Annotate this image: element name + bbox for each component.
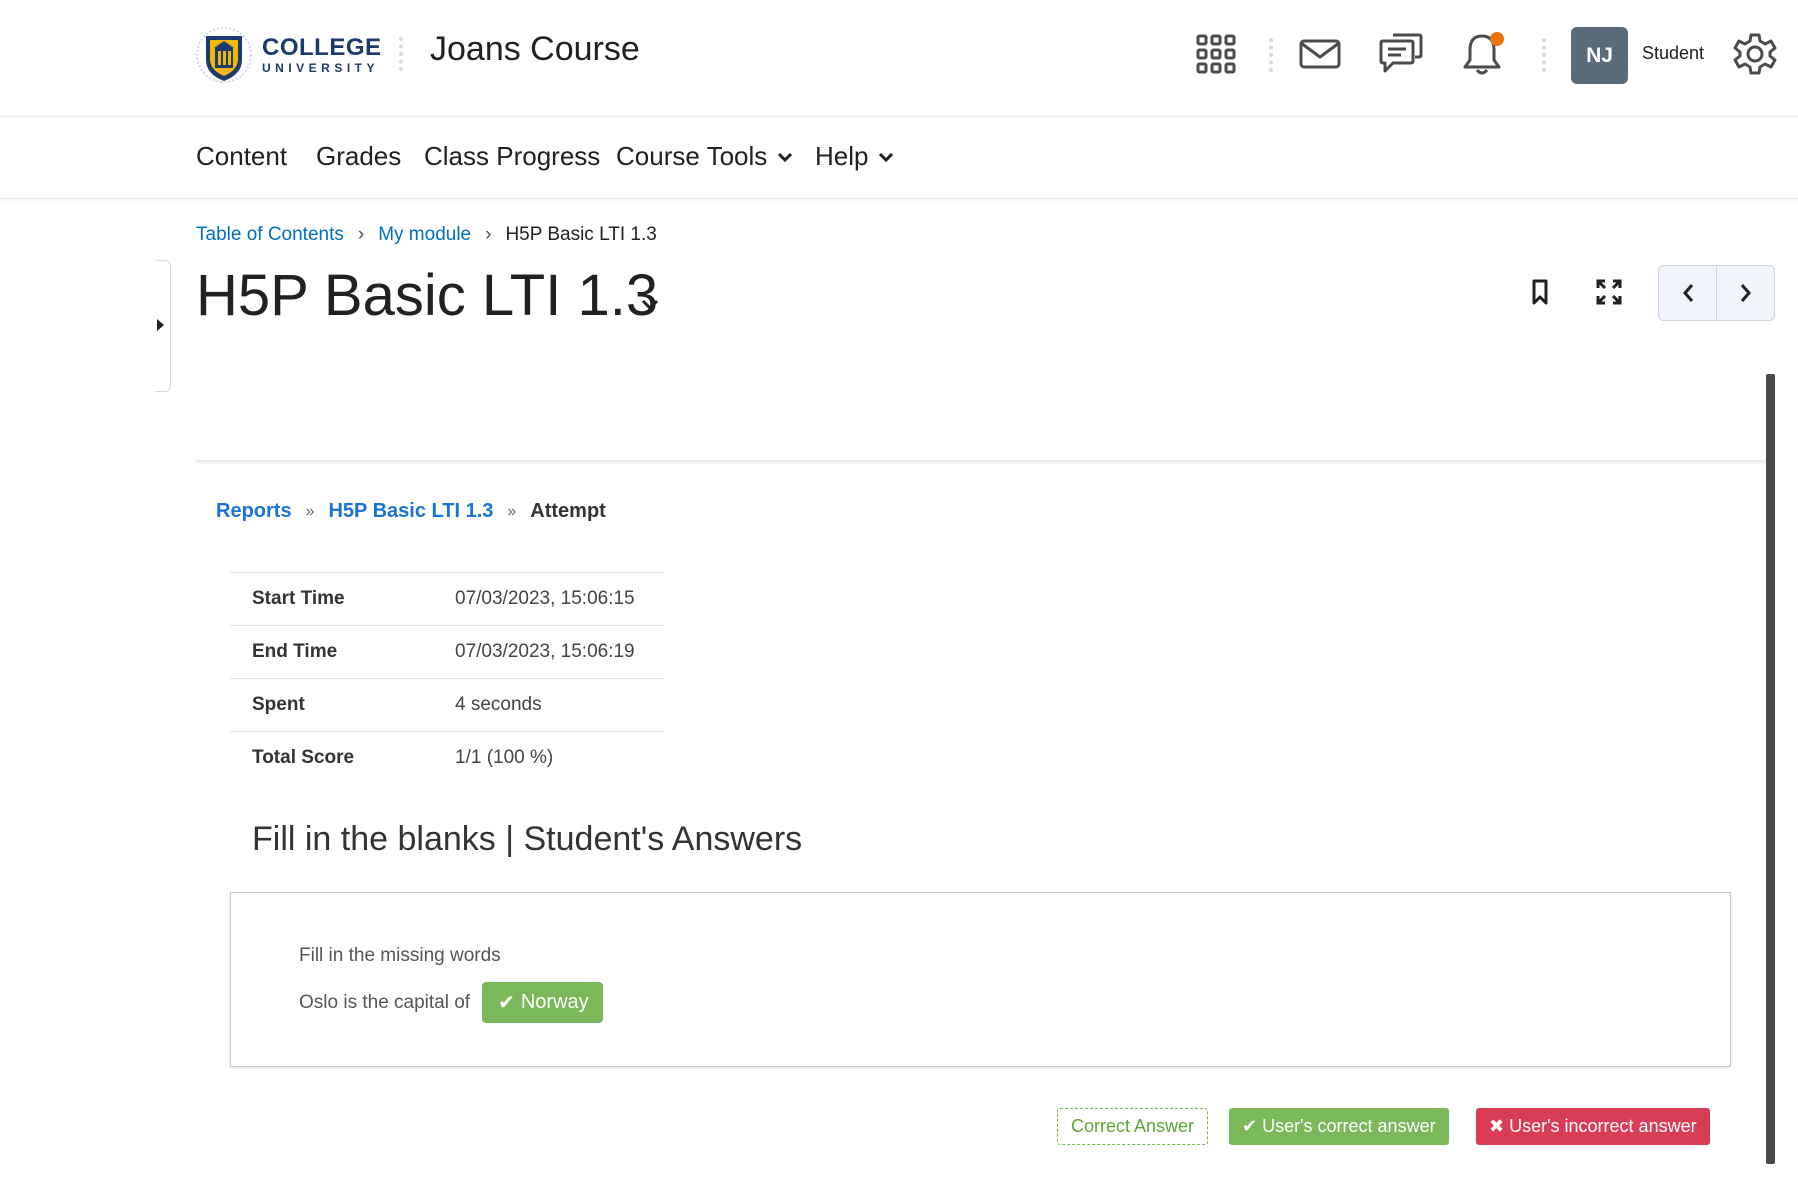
chat-icon[interactable] xyxy=(1377,30,1425,78)
legend-user-correct-label: User's correct answer xyxy=(1262,1116,1436,1136)
report-crumb-separator: » xyxy=(305,502,315,520)
stat-value: 07/03/2023, 15:06:19 xyxy=(455,641,635,662)
content-scrollbar[interactable] xyxy=(1766,374,1775,1164)
nav-course-tools[interactable]: Course Tools xyxy=(616,141,793,172)
bell-icon[interactable] xyxy=(1458,30,1506,78)
chevron-right-icon xyxy=(1740,284,1751,302)
nav-content-label: Content xyxy=(196,141,288,171)
report-crumb-reports[interactable]: Reports xyxy=(216,500,292,523)
breadcrumb-separator: › xyxy=(485,224,492,245)
attempt-stats-table: Start Time 07/03/2023, 15:06:15 End Time… xyxy=(230,572,664,785)
answers-panel: Fill in the missing words Oslo is the ca… xyxy=(230,892,1731,1067)
nav-grades-label: Grades xyxy=(316,141,402,171)
header-divider xyxy=(1269,38,1273,72)
mail-icon[interactable] xyxy=(1296,30,1344,78)
title-dropdown-chevron-icon[interactable] xyxy=(640,298,660,312)
college-university-logo[interactable]: COLLEGE UNIVERSITY xyxy=(196,26,382,84)
nav-grades[interactable]: Grades xyxy=(316,141,401,172)
sentence-prefix: Oslo is the capital of xyxy=(299,991,471,1013)
correct-answer-pill: ✔ Norway xyxy=(482,982,603,1023)
chevron-down-icon xyxy=(778,152,793,162)
report-crumb-item[interactable]: H5P Basic LTI 1.3 xyxy=(328,500,493,523)
stat-key: Total Score xyxy=(252,747,355,769)
course-title[interactable]: Joans Course xyxy=(430,30,640,69)
cross-icon: ✖ xyxy=(1489,1116,1505,1136)
bookmark-icon[interactable] xyxy=(1522,274,1558,310)
nav-class-progress[interactable]: Class Progress xyxy=(424,141,600,172)
settings-gear-icon[interactable] xyxy=(1731,30,1779,78)
page-title: H5P Basic LTI 1.3 xyxy=(196,263,659,328)
logo-line-1: COLLEGE xyxy=(262,34,382,61)
avatar[interactable]: NJ xyxy=(1571,27,1628,84)
nav-course-tools-label: Course Tools xyxy=(616,141,768,171)
task-description: Fill in the missing words xyxy=(299,945,501,966)
breadcrumb-current: H5P Basic LTI 1.3 xyxy=(505,224,657,245)
nav-class-progress-label: Class Progress xyxy=(424,141,601,171)
answers-heading: Fill in the blanks | Student's Answers xyxy=(252,820,803,858)
stat-key: Spent xyxy=(252,694,305,715)
checkmark-icon: ✔ xyxy=(1242,1116,1258,1136)
legend-correct-answer: Correct Answer xyxy=(1057,1108,1209,1145)
frame-top-edge xyxy=(196,460,1766,464)
table-row: Start Time 07/03/2023, 15:06:15 xyxy=(230,572,664,626)
nav-help[interactable]: Help xyxy=(815,141,894,172)
apps-grid-icon[interactable] xyxy=(1192,30,1240,78)
legend-correct-label: Correct Answer xyxy=(1071,1116,1195,1136)
report-crumb-current: Attempt xyxy=(530,500,606,522)
breadcrumb: Table of Contents › My module › H5P Basi… xyxy=(196,224,657,246)
checkmark-icon: ✔ xyxy=(498,992,515,1014)
stat-key: Start Time xyxy=(252,588,345,609)
breadcrumb-separator: › xyxy=(357,224,365,245)
next-topic-button[interactable] xyxy=(1716,266,1774,320)
caret-right-icon xyxy=(157,319,164,331)
stat-key: End Time xyxy=(252,641,338,662)
answer-sentence: Oslo is the capital of ✔ Norway xyxy=(299,982,603,1023)
header-divider xyxy=(1542,38,1546,72)
table-row: Spent 4 seconds xyxy=(230,678,664,732)
report-crumb-separator: » xyxy=(507,502,517,520)
answer-text: Norway xyxy=(520,991,589,1013)
breadcrumb-my-module[interactable]: My module xyxy=(378,224,471,246)
stat-value: 4 seconds xyxy=(455,694,542,715)
logo-line-2: UNIVERSITY xyxy=(262,61,380,75)
table-row: Total Score 1/1 (100 %) xyxy=(230,731,664,785)
fullscreen-icon[interactable] xyxy=(1591,274,1627,310)
nav-content[interactable]: Content xyxy=(196,141,287,172)
legend-user-incorrect-label: User's incorrect answer xyxy=(1509,1116,1697,1136)
stat-value: 07/03/2023, 15:06:15 xyxy=(455,588,635,609)
course-navbar: Content Grades Class Progress Course Too… xyxy=(0,117,1798,199)
legend-user-correct: ✔ User's correct answer xyxy=(1229,1108,1449,1145)
university-crest-icon xyxy=(196,27,252,83)
notification-dot xyxy=(1490,32,1504,46)
header-divider xyxy=(399,37,403,71)
toc-panel-toggle[interactable] xyxy=(155,260,171,392)
chevron-left-icon xyxy=(1682,284,1693,302)
top-header: COLLEGE UNIVERSITY Joans Course NJ Stude… xyxy=(0,0,1798,117)
nav-help-label: Help xyxy=(815,141,869,171)
legend-user-incorrect: ✖ User's incorrect answer xyxy=(1476,1108,1710,1145)
username[interactable]: Student xyxy=(1642,43,1704,64)
table-row: End Time 07/03/2023, 15:06:19 xyxy=(230,625,664,679)
stat-value: 1/1 (100 %) xyxy=(455,747,554,769)
previous-topic-button[interactable] xyxy=(1659,266,1716,320)
breadcrumb-table-of-contents[interactable]: Table of Contents xyxy=(196,224,344,246)
report-breadcrumb: Reports » H5P Basic LTI 1.3 » Attempt xyxy=(216,500,606,523)
topic-pager xyxy=(1658,265,1775,321)
chevron-down-icon xyxy=(879,152,894,162)
